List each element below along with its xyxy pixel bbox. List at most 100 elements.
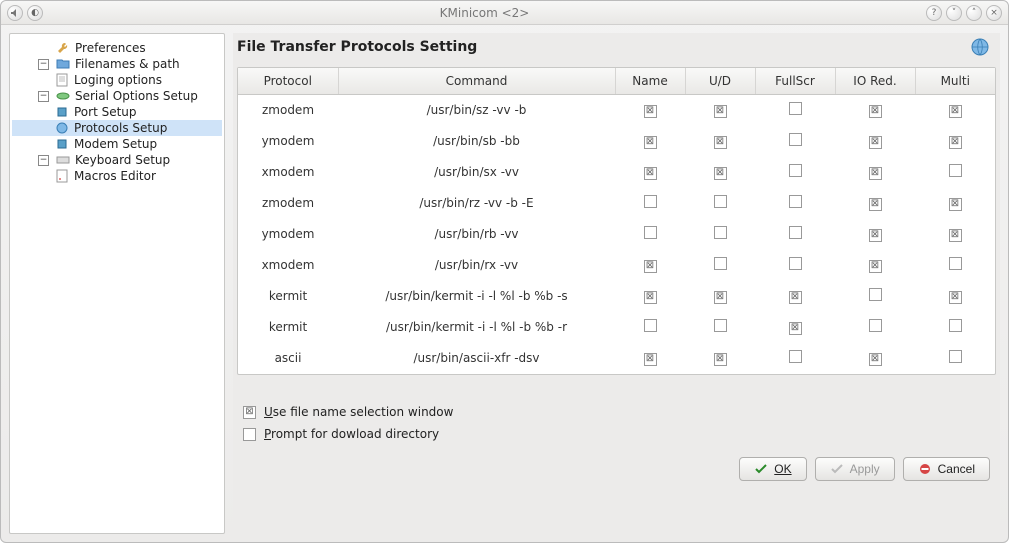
checkbox-icon[interactable]: ⊠ <box>949 291 962 304</box>
checkbox-icon[interactable] <box>789 164 802 177</box>
use-filename-selection-option[interactable]: ⊠ Use file name selection window <box>243 405 990 419</box>
checkbox-icon[interactable] <box>949 257 962 270</box>
ud-cell[interactable] <box>685 250 755 281</box>
name-cell[interactable] <box>615 188 685 219</box>
checkbox-icon[interactable] <box>714 195 727 208</box>
iored-cell[interactable]: ⊠ <box>835 95 915 126</box>
fullscr-cell[interactable] <box>755 95 835 126</box>
checkbox-icon[interactable]: ⊠ <box>869 229 882 242</box>
tree-item[interactable]: −Filenames & path <box>12 56 222 72</box>
name-cell[interactable] <box>615 312 685 343</box>
table-row[interactable]: xmodem/usr/bin/rx -vv⊠⊠ <box>238 250 995 281</box>
checkbox-icon[interactable]: ⊠ <box>644 105 657 118</box>
checkbox-icon[interactable] <box>789 133 802 146</box>
checkbox-icon[interactable]: ⊠ <box>949 198 962 211</box>
tree-item[interactable]: Macros Editor <box>12 168 222 184</box>
checkbox-icon[interactable] <box>714 257 727 270</box>
column-header[interactable]: FullScr <box>755 68 835 95</box>
checkbox-icon[interactable] <box>789 226 802 239</box>
expander-icon[interactable]: − <box>38 155 49 166</box>
checkbox-icon[interactable]: ⊠ <box>869 198 882 211</box>
column-header[interactable]: Command <box>338 68 615 95</box>
fullscr-cell[interactable] <box>755 126 835 157</box>
checkbox-icon[interactable] <box>949 164 962 177</box>
iored-cell[interactable]: ⊠ <box>835 188 915 219</box>
fullscr-cell[interactable] <box>755 250 835 281</box>
iored-cell[interactable] <box>835 281 915 312</box>
checkbox-icon[interactable]: ⊠ <box>869 105 882 118</box>
checkbox-icon[interactable]: ⊠ <box>869 167 882 180</box>
fullscr-cell[interactable]: ⊠ <box>755 281 835 312</box>
iored-cell[interactable] <box>835 312 915 343</box>
ud-cell[interactable]: ⊠ <box>685 95 755 126</box>
iored-cell[interactable]: ⊠ <box>835 250 915 281</box>
checkbox-icon[interactable]: ⊠ <box>714 136 727 149</box>
checkbox-icon[interactable] <box>789 257 802 270</box>
multi-cell[interactable]: ⊠ <box>915 95 995 126</box>
fullscr-cell[interactable] <box>755 343 835 374</box>
checkbox-icon[interactable] <box>789 102 802 115</box>
multi-cell[interactable]: ⊠ <box>915 188 995 219</box>
checkbox-icon[interactable]: ⊠ <box>869 260 882 273</box>
checkbox-icon[interactable] <box>644 319 657 332</box>
multi-cell[interactable]: ⊠ <box>915 281 995 312</box>
checkbox-icon[interactable] <box>789 350 802 363</box>
ud-cell[interactable] <box>685 219 755 250</box>
table-row[interactable]: kermit/usr/bin/kermit -i -l %l -b %b -r⊠ <box>238 312 995 343</box>
checkbox-icon[interactable]: ⊠ <box>949 136 962 149</box>
checkbox-icon[interactable]: ⊠ <box>949 105 962 118</box>
minimize-icon[interactable]: ˅ <box>946 5 962 21</box>
settings-tree[interactable]: Preferences−Filenames & pathLoging optio… <box>9 33 225 534</box>
checkbox-icon[interactable] <box>714 319 727 332</box>
name-cell[interactable] <box>615 219 685 250</box>
checkbox-icon[interactable]: ⊠ <box>869 136 882 149</box>
checkbox-icon[interactable] <box>949 319 962 332</box>
ok-button[interactable]: OK <box>739 457 806 481</box>
sound-icon[interactable] <box>7 5 23 21</box>
name-cell[interactable]: ⊠ <box>615 157 685 188</box>
checkbox-icon[interactable] <box>243 428 256 441</box>
name-cell[interactable]: ⊠ <box>615 95 685 126</box>
multi-cell[interactable] <box>915 250 995 281</box>
checkbox-icon[interactable]: ⊠ <box>949 229 962 242</box>
ud-cell[interactable]: ⊠ <box>685 281 755 312</box>
help-icon[interactable]: ? <box>926 5 942 21</box>
checkbox-icon[interactable] <box>869 319 882 332</box>
checkbox-icon[interactable]: ⊠ <box>644 260 657 273</box>
tree-item[interactable]: −Serial Options Setup <box>12 88 222 104</box>
table-row[interactable]: zmodem/usr/bin/rz -vv -b -E⊠⊠ <box>238 188 995 219</box>
close-icon[interactable]: × <box>986 5 1002 21</box>
multi-cell[interactable] <box>915 343 995 374</box>
multi-cell[interactable]: ⊠ <box>915 126 995 157</box>
ud-cell[interactable]: ⊠ <box>685 126 755 157</box>
iored-cell[interactable]: ⊠ <box>835 157 915 188</box>
checkbox-icon[interactable]: ⊠ <box>714 291 727 304</box>
checkbox-icon[interactable]: ⊠ <box>644 167 657 180</box>
tree-item[interactable]: Protocols Setup <box>12 120 222 136</box>
checkbox-icon[interactable]: ⊠ <box>714 167 727 180</box>
expander-icon[interactable]: − <box>38 59 49 70</box>
tree-item[interactable]: Port Setup <box>12 104 222 120</box>
column-header[interactable]: Protocol <box>238 68 338 95</box>
table-row[interactable]: zmodem/usr/bin/sz -vv -b⊠⊠⊠⊠ <box>238 95 995 126</box>
fullscr-cell[interactable] <box>755 157 835 188</box>
multi-cell[interactable] <box>915 157 995 188</box>
tree-item[interactable]: −Keyboard Setup <box>12 152 222 168</box>
checkbox-icon[interactable]: ⊠ <box>243 406 256 419</box>
table-row[interactable]: ymodem/usr/bin/rb -vv⊠⊠ <box>238 219 995 250</box>
checkbox-icon[interactable] <box>644 226 657 239</box>
ud-cell[interactable]: ⊠ <box>685 343 755 374</box>
column-header[interactable]: IO Red. <box>835 68 915 95</box>
fullscr-cell[interactable] <box>755 219 835 250</box>
checkbox-icon[interactable]: ⊠ <box>644 291 657 304</box>
checkbox-icon[interactable] <box>869 288 882 301</box>
name-cell[interactable]: ⊠ <box>615 343 685 374</box>
checkbox-icon[interactable]: ⊠ <box>644 353 657 366</box>
checkbox-icon[interactable]: ⊠ <box>714 105 727 118</box>
checkbox-icon[interactable]: ⊠ <box>644 136 657 149</box>
fullscr-cell[interactable]: ⊠ <box>755 312 835 343</box>
checkbox-icon[interactable]: ⊠ <box>869 353 882 366</box>
ud-cell[interactable] <box>685 312 755 343</box>
column-header[interactable]: U/D <box>685 68 755 95</box>
tree-item[interactable]: Preferences <box>12 40 222 56</box>
